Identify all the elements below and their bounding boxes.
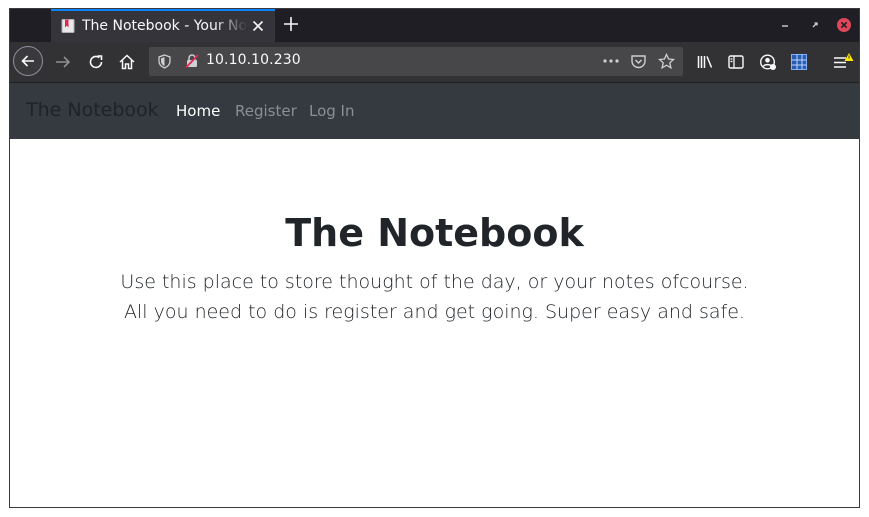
close-tab-icon[interactable] (252, 20, 264, 32)
browser-window: The Notebook - Your Notes (9, 8, 860, 508)
url-bar[interactable]: 10.10.10.230 (149, 47, 683, 76)
reload-icon[interactable] (87, 53, 105, 71)
library-icon[interactable] (696, 53, 714, 71)
account-icon[interactable] (759, 53, 777, 71)
browser-tab[interactable]: The Notebook - Your Notes (51, 9, 275, 42)
more-actions-icon[interactable] (602, 55, 620, 67)
home-icon[interactable] (118, 53, 136, 71)
minimize-icon[interactable] (778, 18, 792, 32)
forward-icon[interactable] (54, 53, 72, 71)
pocket-icon[interactable] (630, 53, 647, 70)
nav-link-register[interactable]: Register (235, 102, 297, 120)
intro-line-2: All you need to do is register and get g… (124, 301, 745, 323)
notebook-favicon-icon (61, 19, 75, 33)
shield-icon[interactable] (157, 54, 172, 69)
new-tab-icon[interactable] (283, 16, 299, 32)
close-window-icon[interactable] (837, 18, 851, 32)
tab-title: The Notebook - Your Notes (82, 18, 247, 34)
extension-grid-icon[interactable] (790, 53, 808, 71)
menu-icon[interactable] (832, 52, 854, 72)
arrow-left-icon (21, 55, 34, 67)
nav-link-login[interactable]: Log In (309, 102, 355, 120)
insecure-lock-icon[interactable] (184, 53, 200, 69)
main-content: The Notebook Use this place to store tho… (10, 139, 859, 507)
back-button[interactable] (13, 46, 43, 76)
browser-toolbar: 10.10.10.230 (10, 42, 859, 83)
url-text[interactable]: 10.10.10.230 (206, 52, 301, 68)
restore-icon[interactable] (808, 18, 822, 32)
navbar-brand[interactable]: The Notebook (26, 99, 159, 121)
bookmark-star-icon[interactable] (658, 53, 675, 70)
site-navbar: The Notebook Home Register Log In (10, 83, 859, 139)
page-title: The Notebook (285, 211, 584, 255)
intro-line-1: Use this place to store thought of the d… (120, 271, 749, 293)
tab-strip: The Notebook - Your Notes (10, 9, 859, 42)
sidebar-icon[interactable] (727, 53, 745, 71)
nav-link-home[interactable]: Home (176, 102, 220, 120)
